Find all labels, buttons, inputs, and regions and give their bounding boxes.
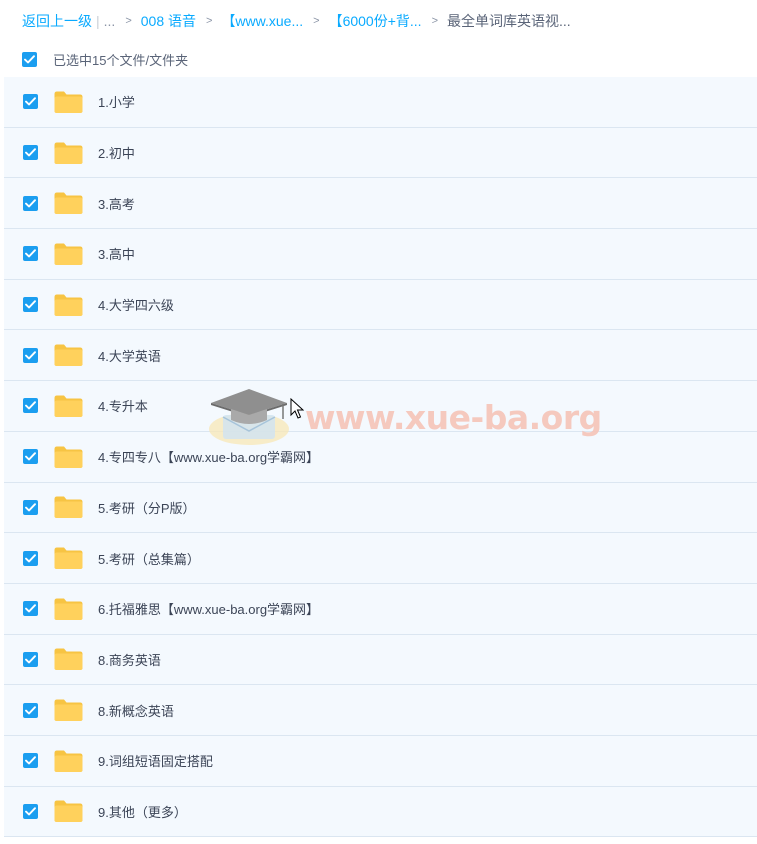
check-icon	[25, 351, 36, 360]
file-row[interactable]: 1.小学	[4, 77, 757, 128]
folder-icon	[54, 648, 83, 671]
folder-icon	[54, 395, 83, 417]
file-row[interactable]: 8.商务英语	[4, 634, 757, 686]
file-row[interactable]: 3.高中	[4, 229, 757, 280]
check-icon	[25, 401, 36, 410]
breadcrumb-item[interactable]: 【www.xue...	[221, 11, 303, 31]
selection-bar: 已选中15个文件/文件夹	[0, 42, 757, 76]
row-checkbox[interactable]	[23, 550, 38, 566]
file-name[interactable]: 9.其他（更多）	[98, 802, 187, 821]
folder-icon	[54, 344, 83, 367]
folder-icon	[54, 446, 83, 468]
file-row[interactable]: 4.专升本	[4, 381, 757, 432]
row-checkbox[interactable]	[23, 94, 38, 110]
check-icon	[24, 54, 35, 63]
breadcrumb-ellipsis[interactable]: ...	[104, 13, 116, 29]
file-name[interactable]: 4.专四专八【www.xue-ba.org学霸网】	[98, 447, 319, 466]
breadcrumb: 返回上一级 | ... > 008 语音 > 【www.xue... > 【60…	[0, 0, 757, 42]
selection-count-label: 已选中15个文件/文件夹	[53, 52, 189, 68]
check-icon	[25, 148, 36, 157]
file-row[interactable]: 2.初中	[4, 127, 757, 179]
file-row[interactable]: 4.专四专八【www.xue-ba.org学霸网】	[4, 431, 757, 483]
row-checkbox[interactable]	[23, 398, 38, 414]
file-row[interactable]: 4.大学四六级	[4, 279, 757, 331]
breadcrumb-current: 最全单词库英语视...	[447, 13, 571, 29]
chevron-right-icon: >	[313, 15, 320, 27]
row-checkbox[interactable]	[23, 347, 38, 363]
file-name[interactable]: 8.商务英语	[98, 650, 161, 669]
check-icon	[25, 655, 36, 664]
file-row[interactable]: 5.考研（分P版）	[4, 482, 757, 534]
check-icon	[25, 503, 36, 512]
check-icon	[25, 452, 36, 461]
file-name[interactable]: 2.初中	[98, 143, 135, 162]
file-name[interactable]: 8.新概念英语	[98, 701, 174, 720]
row-checkbox[interactable]	[23, 753, 38, 769]
folder-icon	[54, 699, 83, 722]
file-name[interactable]: 6.托福雅思【www.xue-ba.org学霸网】	[98, 599, 319, 618]
file-name[interactable]: 3.高考	[98, 194, 135, 213]
check-icon	[25, 807, 36, 816]
check-icon	[25, 705, 36, 715]
folder-icon	[54, 800, 83, 823]
check-icon	[25, 604, 36, 613]
check-icon	[25, 756, 36, 765]
row-checkbox[interactable]	[23, 449, 38, 465]
file-name[interactable]: 5.考研（总集篇）	[98, 549, 200, 568]
file-row[interactable]: 3.高考	[4, 178, 757, 230]
row-checkbox[interactable]	[23, 246, 38, 262]
file-name[interactable]: 4.专升本	[98, 396, 148, 415]
row-checkbox[interactable]	[23, 297, 38, 313]
file-row[interactable]: 5.考研（总集篇）	[4, 533, 757, 584]
chevron-right-icon: >	[431, 15, 439, 27]
folder-icon	[54, 192, 83, 215]
row-checkbox[interactable]	[23, 803, 38, 819]
file-name[interactable]: 1.小学	[98, 92, 135, 111]
file-name[interactable]: 5.考研（分P版）	[98, 498, 196, 517]
folder-icon	[54, 294, 83, 316]
folder-icon	[54, 142, 83, 164]
file-name[interactable]: 9.词组短语固定搭配	[98, 751, 213, 770]
chevron-right-icon: >	[206, 15, 213, 27]
breadcrumb-divider: |	[96, 13, 100, 29]
row-checkbox[interactable]	[23, 195, 38, 211]
check-icon	[25, 553, 36, 562]
check-icon	[25, 300, 36, 309]
back-link[interactable]: 返回上一级	[22, 11, 92, 31]
row-checkbox[interactable]	[23, 145, 38, 161]
file-list: 1.小学 2.初中 3.高考 3.高中 4.大学四六级 4.大学英语 4.专升本 4.专四专八…	[4, 77, 757, 838]
file-row[interactable]: 4.大学英语	[4, 330, 757, 382]
row-checkbox[interactable]	[23, 651, 38, 667]
breadcrumb-item[interactable]: 【6000份+背...	[329, 11, 422, 31]
row-checkbox[interactable]	[23, 601, 38, 617]
folder-icon	[54, 91, 83, 113]
chevron-right-icon: >	[125, 15, 132, 27]
row-checkbox[interactable]	[23, 499, 38, 515]
check-icon	[25, 249, 36, 258]
mouse-cursor-icon	[290, 398, 304, 419]
file-name[interactable]: 4.大学英语	[98, 346, 161, 365]
folder-icon	[54, 598, 83, 620]
folder-icon	[54, 750, 83, 772]
folder-icon	[54, 243, 83, 265]
folder-icon	[54, 496, 83, 519]
file-row[interactable]: 6.托福雅思【www.xue-ba.org学霸网】	[4, 583, 757, 635]
breadcrumb-item[interactable]: 008 语音	[141, 11, 196, 31]
file-name[interactable]: 3.高中	[98, 244, 135, 263]
check-icon	[25, 97, 36, 106]
file-name[interactable]: 4.大学四六级	[98, 295, 174, 314]
folder-icon	[54, 547, 83, 570]
check-icon	[25, 198, 36, 208]
row-checkbox[interactable]	[23, 702, 38, 718]
file-row[interactable]: 9.词组短语固定搭配	[4, 735, 757, 787]
file-row[interactable]: 8.新概念英语	[4, 685, 757, 736]
select-all-checkbox[interactable]	[22, 51, 37, 67]
file-row[interactable]: 9.其他（更多）	[4, 786, 757, 838]
